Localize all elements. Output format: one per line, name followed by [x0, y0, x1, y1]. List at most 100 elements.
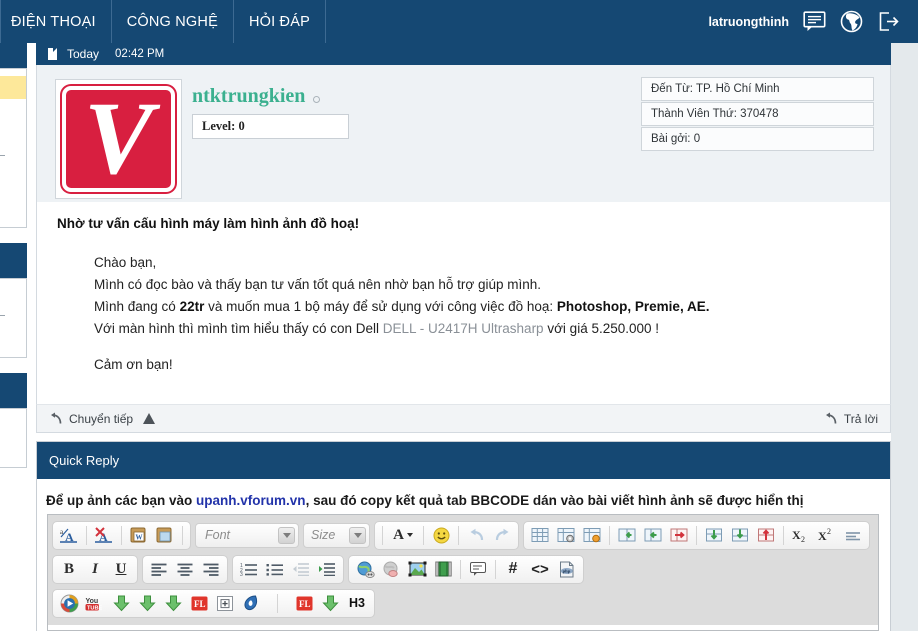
quick-reply-header: Quick Reply [37, 442, 890, 479]
nav-right-cluster: latruongthinh [708, 0, 900, 43]
subscript-icon[interactable]: X 2 [789, 523, 813, 547]
quick-reply-note: Để up ảnh các bạn vào upanh.vforum.vn, s… [37, 479, 890, 508]
toolbar-separator [783, 525, 784, 545]
chevron-down-icon [278, 526, 295, 544]
globe-icon[interactable] [840, 10, 863, 33]
reply-button[interactable]: Trả lời [824, 412, 878, 426]
avatar[interactable]: V [55, 79, 182, 199]
indent-icon[interactable] [315, 557, 339, 581]
toolbar-separator [86, 525, 87, 545]
insert-video-icon[interactable] [431, 557, 455, 581]
heading-h3-button[interactable]: H3 [344, 591, 370, 615]
messages-icon[interactable] [803, 11, 826, 32]
rail-box-2 [0, 278, 27, 358]
toolbar-group-alignment [142, 554, 228, 584]
bold-icon[interactable]: B [57, 557, 81, 581]
editor-text-area[interactable] [47, 625, 879, 631]
font-size-select[interactable]: Size [303, 522, 370, 548]
author-info-location: Đến Từ: TP. Hồ Chí Minh [641, 77, 874, 101]
delete-column-icon[interactable] [667, 523, 691, 547]
remove-format-icon[interactable]: A [92, 523, 116, 547]
php-page-icon[interactable]: php [555, 557, 579, 581]
toolbar-separator [182, 525, 183, 545]
align-center-icon[interactable] [173, 557, 197, 581]
fl-red-2-icon[interactable]: FL [292, 591, 316, 615]
logout-icon[interactable] [877, 10, 900, 33]
font-family-select[interactable]: Font [195, 522, 299, 548]
delete-row-icon[interactable] [754, 523, 778, 547]
outdent-icon[interactable] [289, 557, 313, 581]
nav-item-cong-nghe[interactable]: CÔNG NGHỆ [112, 0, 233, 43]
nav-item-hoi-dap[interactable]: HỎI ĐÁP [234, 0, 325, 43]
current-username[interactable]: latruongthinh [708, 15, 789, 29]
italic-icon[interactable]: I [83, 557, 107, 581]
media-player-icon[interactable] [57, 591, 81, 615]
svg-text:2: 2 [827, 527, 831, 536]
qr-note-prefix: Để up ảnh các bạn vào [46, 493, 197, 508]
avatar-letter: V [83, 86, 154, 192]
insert-column-before-icon[interactable] [615, 523, 639, 547]
youtube-icon[interactable]: You TUBE [83, 591, 107, 615]
add-box-icon[interactable] [213, 591, 237, 615]
post-line-2: Mình có đọc bào và thấy bạn tư vấn tốt q… [94, 277, 542, 292]
author-level-badge: Level: 0 [192, 114, 349, 139]
insert-image-icon[interactable] [405, 557, 429, 581]
superscript-icon[interactable]: X 2 [815, 523, 839, 547]
bold-glyph: B [63, 560, 74, 577]
rail-tick-2 [0, 315, 5, 316]
insert-table-icon[interactable] [528, 523, 552, 547]
nav-label: HỎI ĐÁP [248, 13, 310, 30]
insert-row-before-icon[interactable] [702, 523, 726, 547]
forward-label: Chuyển tiếp [69, 411, 134, 426]
smiley-icon[interactable] [429, 523, 453, 547]
source-code-icon[interactable]: <> [527, 557, 553, 581]
paste-icon[interactable] [153, 523, 177, 547]
code-hash-icon[interactable]: # [501, 557, 525, 581]
post-monitor-link[interactable]: DELL - U2417H Ultrasharp [383, 321, 544, 336]
toolbar-separator [495, 559, 496, 579]
toolbar-group-format: A [374, 520, 519, 550]
nav-separator [324, 0, 326, 43]
insert-link-icon[interactable] [353, 557, 377, 581]
source-toggle-icon[interactable]: a A [57, 523, 81, 547]
undo-icon[interactable] [464, 523, 488, 547]
author-info-post-count: Bài gởi: 0 [641, 127, 874, 151]
align-left-icon[interactable] [147, 557, 171, 581]
download-arrow-3-icon[interactable] [161, 591, 185, 615]
align-right-icon[interactable] [199, 557, 223, 581]
chevron-down-icon [349, 526, 366, 544]
post-body: Nhờ tư vấn cấu hình máy làm hình ảnh đồ … [36, 202, 891, 405]
upanh-link[interactable]: upanh.vforum.vn [196, 493, 306, 508]
unlink-icon[interactable] [379, 557, 403, 581]
fl-red-1-icon[interactable]: FL [187, 591, 211, 615]
numbered-list-icon[interactable]: 1 2 3 [237, 557, 261, 581]
underline-icon[interactable]: U [109, 557, 133, 581]
paste-from-word-icon[interactable]: W [127, 523, 151, 547]
download-arrow-2-icon[interactable] [135, 591, 159, 615]
delete-table-icon[interactable] [580, 523, 604, 547]
forward-button[interactable]: Chuyển tiếp [49, 412, 133, 426]
report-warning-icon[interactable] [143, 413, 156, 424]
text-color-icon[interactable]: A [388, 523, 418, 547]
table-properties-icon[interactable] [554, 523, 578, 547]
toolbar-separator [696, 525, 697, 545]
insert-row-after-icon[interactable] [728, 523, 752, 547]
horizontal-rule-icon[interactable] [841, 523, 865, 547]
post-user-block: V ntktrungkien Level: 0 Đến Từ: TP. Hồ C… [36, 65, 891, 202]
toolbar-group-insert: # <> php [348, 554, 584, 584]
post-author-name[interactable]: ntktrungkien [192, 85, 305, 108]
insert-column-after-icon[interactable] [641, 523, 665, 547]
bulleted-list-icon[interactable] [263, 557, 287, 581]
svg-text:X: X [792, 528, 801, 542]
blue-oval-icon[interactable] [239, 591, 263, 615]
qr-note-suffix: , sau đó copy kết quả tab BBCODE dán vào… [305, 493, 804, 508]
redo-icon[interactable] [490, 523, 514, 547]
reply-label: Trả lời [843, 411, 878, 426]
quote-icon[interactable] [466, 557, 490, 581]
nav-item-dien-thoai[interactable]: ĐIỆN THOẠI [1, 0, 111, 43]
toolbar-separator [458, 525, 459, 545]
download-arrow-4-icon[interactable] [318, 591, 342, 615]
download-arrow-1-icon[interactable] [109, 591, 133, 615]
author-info-member-number-label: Thành Viên Thứ: 370478 [651, 108, 779, 120]
rail-box-3 [0, 408, 27, 468]
